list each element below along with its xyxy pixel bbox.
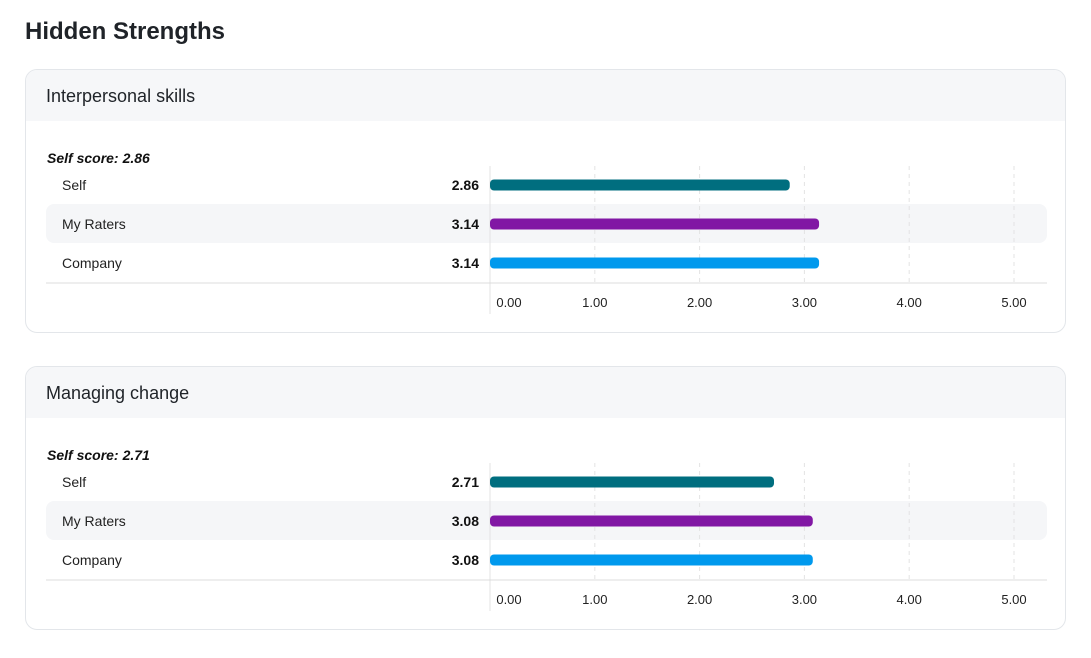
- value-label: 3.08: [452, 552, 479, 568]
- bar[interactable]: [490, 218, 820, 230]
- value-label: 2.71: [452, 474, 479, 490]
- tick-label: 2.00: [687, 295, 712, 310]
- category-label: Company: [62, 255, 122, 271]
- tick-label: 5.00: [1001, 295, 1026, 310]
- category-label: Self: [62, 474, 86, 490]
- tick-label: 1.00: [582, 295, 607, 310]
- card-managing-change: Managing change Self score: 2.71 Self 2.71…: [25, 366, 1066, 630]
- value-label: 3.08: [452, 513, 479, 529]
- value-label: 2.86: [452, 177, 479, 193]
- tick-label: 3.00: [792, 592, 817, 607]
- tick-label: 5.00: [1001, 592, 1026, 607]
- tick-label: 4.00: [897, 295, 922, 310]
- tick-label: 1.00: [582, 592, 607, 607]
- bar-chart: Self 2.86 My Raters 3.14 Company 3.14 0.00 1.00…: [46, 166, 1047, 314]
- value-label: 3.14: [452, 255, 479, 271]
- bar-chart: Self 2.71 My Raters 3.08 Company 3.08 0.00 1.00…: [46, 463, 1047, 611]
- tick-label: 0.00: [496, 295, 521, 310]
- category-label: My Raters: [62, 216, 126, 232]
- category-label: My Raters: [62, 513, 126, 529]
- page-title: Hidden Strengths: [25, 18, 226, 45]
- category-label: Company: [62, 552, 122, 568]
- tick-label: 3.00: [792, 295, 817, 310]
- category-label: Self: [62, 177, 86, 193]
- tick-label: 2.00: [687, 592, 712, 607]
- bar[interactable]: [490, 257, 820, 269]
- value-label: 3.14: [452, 216, 479, 232]
- bar[interactable]: [490, 179, 790, 191]
- bar[interactable]: [490, 554, 813, 566]
- bar[interactable]: [490, 515, 813, 527]
- tick-label: 4.00: [897, 592, 922, 607]
- card-interpersonal-skills: Interpersonal skills Self score: 2.86 Sel…: [25, 69, 1066, 333]
- bar[interactable]: [490, 476, 775, 488]
- tick-label: 0.00: [496, 592, 521, 607]
